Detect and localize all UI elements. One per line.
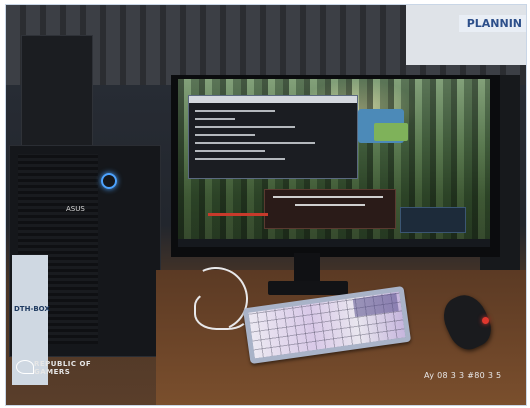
terminal-window xyxy=(188,95,358,179)
mouse-led xyxy=(482,317,489,324)
rog-label: REPUBLIC OF GAMERS xyxy=(34,360,91,376)
monitor-stand-base xyxy=(268,281,348,295)
wall-panel xyxy=(406,5,526,65)
upper-cabinet xyxy=(21,35,93,147)
terminal-line xyxy=(195,126,295,128)
timestamp-overlay: Ay 08 3 3 #80 3 5 xyxy=(424,371,502,380)
photo: PLANNIN ASUS DTH-BOX REPUBLIC OF GAMERS … xyxy=(5,4,527,406)
terminal-line xyxy=(195,118,235,120)
box-label: DTH-BOX xyxy=(14,305,50,313)
photo-frame: PLANNIN ASUS DTH-BOX REPUBLIC OF GAMERS … xyxy=(0,0,530,408)
terminal-line xyxy=(195,110,275,112)
monitor-stand-neck xyxy=(294,253,320,283)
terminal-line xyxy=(195,142,315,144)
terminal-line xyxy=(195,134,255,136)
notification-popup xyxy=(400,207,466,233)
desktop-logo-mark xyxy=(374,123,408,141)
wallpaper-banner xyxy=(264,189,396,229)
rog-label-line2: GAMERS xyxy=(34,368,71,376)
rog-logo-icon xyxy=(16,360,34,374)
terminal-line xyxy=(195,150,265,152)
wall-sign: PLANNIN xyxy=(458,15,526,32)
taskbar xyxy=(178,239,490,247)
terminal-line xyxy=(195,158,285,160)
power-led-ring xyxy=(101,173,117,189)
terminal-titlebar xyxy=(189,96,357,103)
monitor-screen xyxy=(178,79,490,247)
case-brand: ASUS xyxy=(66,205,85,213)
keyboard-cable-loop xyxy=(194,290,250,330)
banner-text-line xyxy=(295,204,365,206)
banner-text-line xyxy=(273,196,383,198)
rog-label-line1: REPUBLIC OF xyxy=(34,360,92,368)
banner-accent xyxy=(208,213,268,216)
